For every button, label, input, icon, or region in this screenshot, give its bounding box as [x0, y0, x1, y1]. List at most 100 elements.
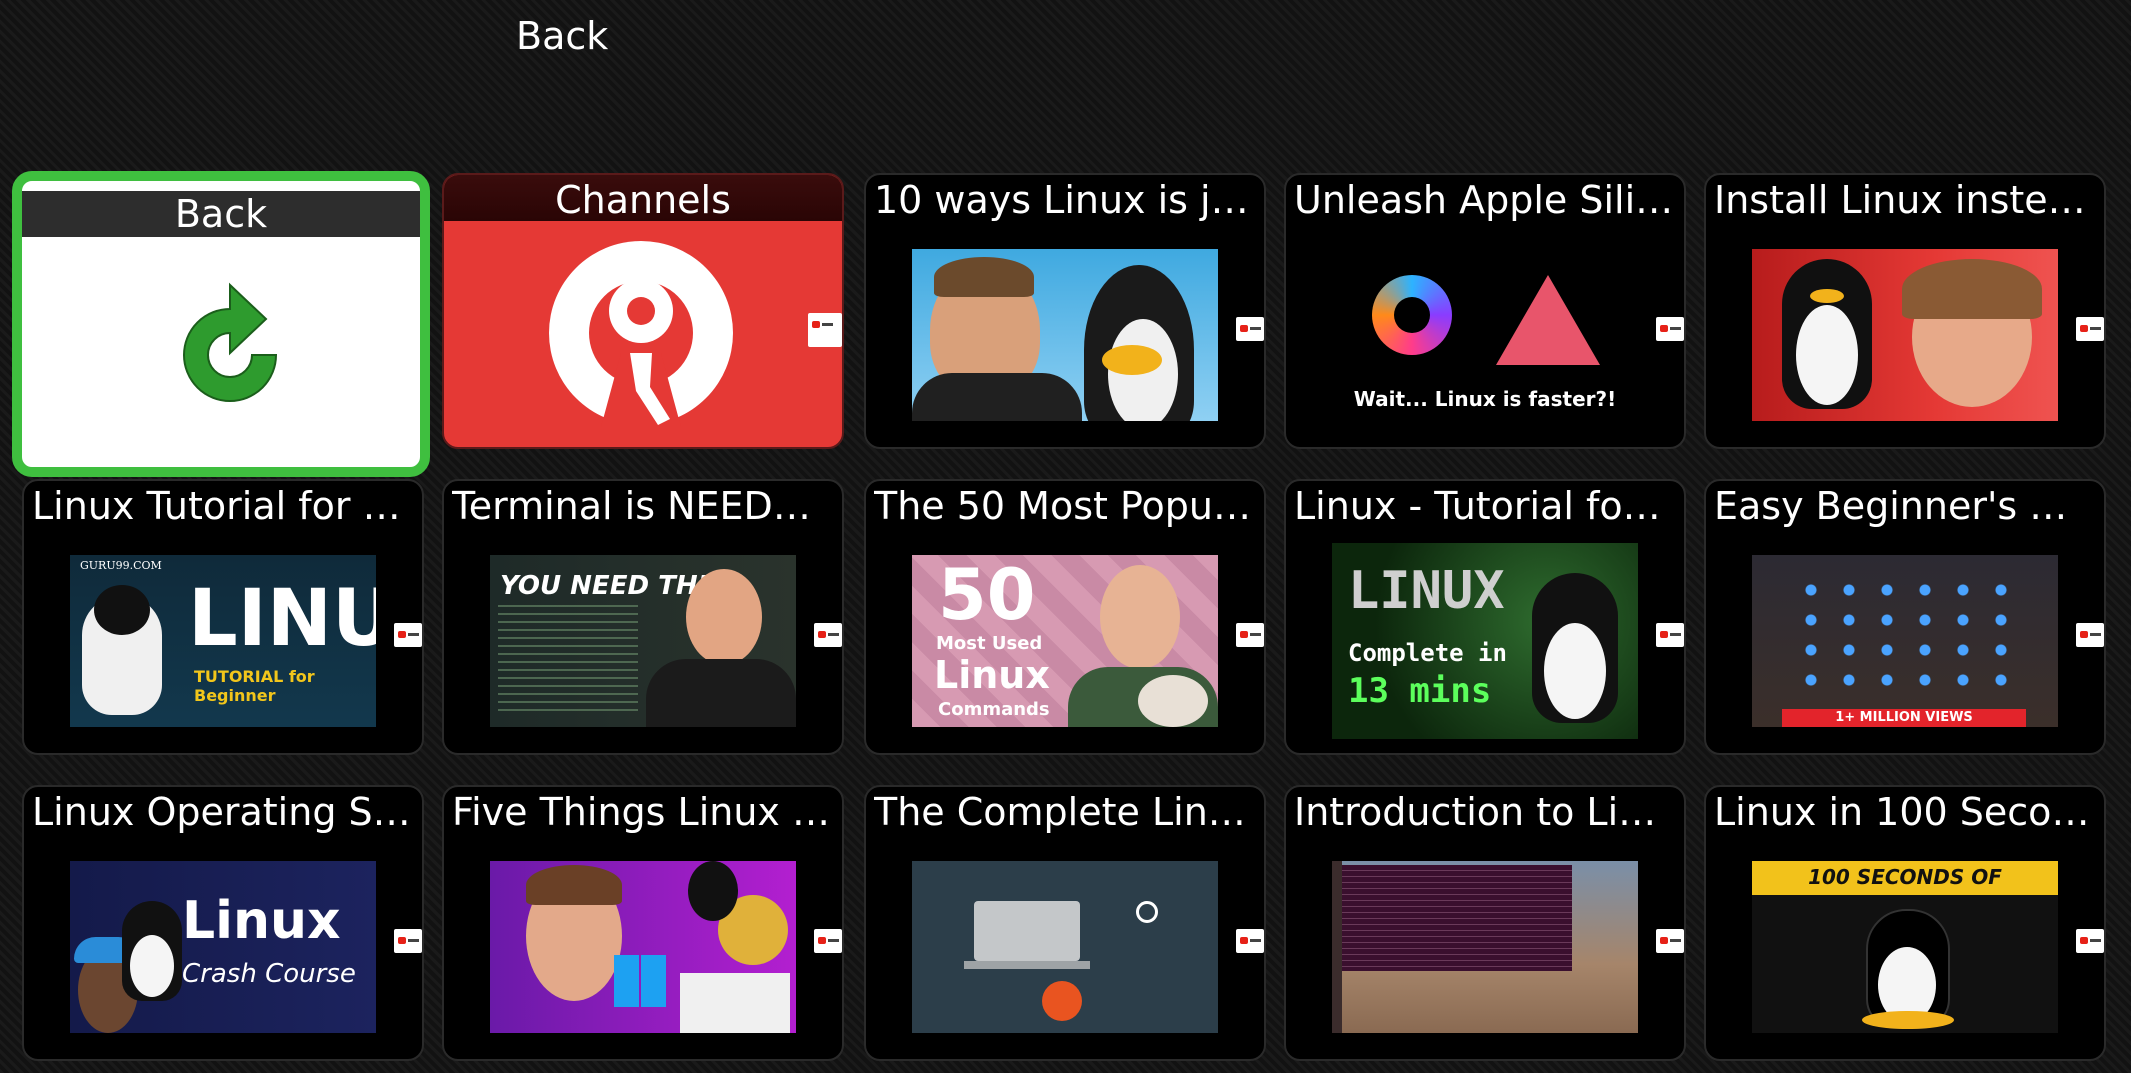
asahi-logo [1496, 275, 1600, 365]
thumb-easy-beginner: 1+ MILLION VIEWS [1752, 555, 2058, 727]
video-title: Linux in 100 Seconds [1714, 790, 2096, 834]
laptop-base [964, 961, 1090, 969]
video-tile[interactable]: The Complete Linu… [864, 785, 1266, 1061]
terminal-window [1340, 865, 1572, 971]
top-back-button[interactable]: Back [516, 14, 608, 58]
video-tile[interactable]: Five Things Linux D… [442, 785, 844, 1061]
video-title: The Complete Linu… [874, 790, 1256, 834]
tux-belly [1796, 305, 1858, 405]
thumb-caption: LINUX [188, 574, 376, 664]
thumb-subcaption: TUTORIAL for Beginner [194, 667, 315, 705]
thumb-caption: 1+ MILLION VIEWS [1835, 710, 1973, 725]
thumb-subcaption: Crash Course [182, 959, 356, 989]
video-grid: Back Channels 10 ways Linux is jus… Unle… [12, 171, 2131, 1073]
video-title: Linux Operating Sy… [32, 790, 414, 834]
tux-feet [1862, 1011, 1954, 1029]
video-title: Easy Beginner's Gu… [1714, 484, 2096, 528]
youtube-icon [1656, 317, 1684, 341]
thumb-subcaption-2: Linux [934, 653, 1050, 697]
youtube-icon [814, 623, 842, 647]
tux-head [94, 585, 150, 635]
channels-title: Channels [555, 178, 731, 222]
thumb-subcaption: Complete in [1348, 639, 1507, 667]
back-tile[interactable]: Back [12, 171, 430, 477]
video-title: The 50 Most Popul… [874, 484, 1256, 528]
tux-belly [1544, 623, 1606, 719]
app-grid [1792, 575, 2022, 695]
video-title: Unleash Apple Silic… [1294, 178, 1676, 222]
video-tile[interactable]: Linux Tutorial for B… GURU99.COM LINUX T… [22, 479, 424, 755]
youtube-icon [2076, 317, 2104, 341]
channels-person-icon [549, 241, 733, 427]
video-tile[interactable]: Linux Operating Sy… Linux Crash Course [22, 785, 424, 1061]
thumb-caption: LINUX [1348, 561, 1505, 621]
thumb-crash-course: Linux Crash Course [70, 861, 376, 1033]
thumb-intro-linux [1332, 861, 1638, 1033]
thumb-50-commands: 50 Most Used Linux Commands [912, 555, 1218, 727]
apple-logo-inner [1394, 297, 1430, 333]
thumb-10-ways [912, 249, 1218, 421]
youtube-icon [1656, 929, 1684, 953]
youtube-icon [1236, 317, 1264, 341]
channels-tile[interactable]: Channels [442, 173, 844, 449]
thumb-complete-linux [912, 861, 1218, 1033]
thumb-guru99: GURU99.COM LINUX TUTORIAL for Beginner [70, 555, 376, 727]
video-tile[interactable]: Linux in 100 Seconds 100 SECONDS OF [1704, 785, 2106, 1061]
video-tile[interactable]: Introduction to Lin… [1284, 785, 1686, 1061]
video-title: Linux Tutorial for B… [32, 484, 414, 528]
video-tile[interactable]: The 50 Most Popul… 50 Most Used Linux Co… [864, 479, 1266, 755]
thumb-100-seconds: 100 SECONDS OF [1752, 861, 2058, 1033]
tux-belly [130, 935, 174, 997]
launcher-bar [1332, 861, 1342, 1033]
search-icon [1136, 901, 1158, 923]
thumb-subcaption: Most Used [936, 633, 1043, 654]
cat [1138, 675, 1208, 727]
thumb-five-things [490, 861, 796, 1033]
youtube-icon [814, 929, 842, 953]
person-hair [934, 257, 1034, 297]
video-tile[interactable]: Linux - Tutorial for … LINUX Complete in… [1284, 479, 1686, 755]
person-face [1100, 565, 1180, 669]
penguin-neck [1102, 345, 1162, 375]
youtube-icon [394, 623, 422, 647]
windows-logo [614, 955, 666, 1007]
youtube-icon [1656, 623, 1684, 647]
person-body [646, 659, 796, 727]
video-tile[interactable]: Unleash Apple Silic… Wait... Linux is fa… [1284, 173, 1686, 449]
person-body [912, 373, 1082, 421]
person-face [686, 569, 762, 665]
thumb-subcaption-2: 13 mins [1348, 671, 1492, 711]
thumb-caption: 50 [938, 555, 1036, 636]
video-tile[interactable]: 10 ways Linux is jus… [864, 173, 1266, 449]
video-title: 10 ways Linux is jus… [874, 178, 1256, 222]
thumb-caption: Linux [182, 891, 341, 951]
video-tile[interactable]: Easy Beginner's Gu… 1+ MILLION VIEWS [1704, 479, 2106, 755]
thumb-apple-silicon: Wait... Linux is faster?! [1332, 249, 1638, 421]
back-tile-title: Back [174, 192, 268, 236]
video-title: Linux - Tutorial for … [1294, 484, 1676, 528]
thumb-terminal: YOU NEED THIS! [490, 555, 796, 727]
youtube-icon [1236, 929, 1264, 953]
tux-head [688, 861, 738, 921]
youtube-icon [2076, 623, 2104, 647]
thumb-subcaption-3: Commands [938, 699, 1050, 720]
tux-beak [1810, 289, 1844, 303]
video-title: Install Linux instea… [1714, 178, 2096, 222]
refresh-icon [183, 282, 278, 402]
thumb-13-mins: LINUX Complete in 13 mins [1332, 543, 1638, 739]
youtube-icon [808, 313, 842, 347]
video-title: Introduction to Lin… [1294, 790, 1676, 834]
ubuntu-logo [1042, 981, 1082, 1021]
person-hair [1902, 259, 2042, 319]
video-tile[interactable]: Terminal is NEEDE… YOU NEED THIS! [442, 479, 844, 755]
terminal-lines [498, 605, 638, 715]
video-tile[interactable]: Install Linux instea… [1704, 173, 2106, 449]
podium [680, 973, 790, 1033]
person-hair [526, 865, 622, 905]
youtube-icon [2076, 929, 2104, 953]
video-title: Five Things Linux D… [452, 790, 834, 834]
youtube-icon [394, 929, 422, 953]
thumb-install-linux [1752, 249, 2058, 421]
thumb-brand: GURU99.COM [80, 559, 162, 572]
thumb-caption: 100 SECONDS OF [1808, 865, 2002, 889]
